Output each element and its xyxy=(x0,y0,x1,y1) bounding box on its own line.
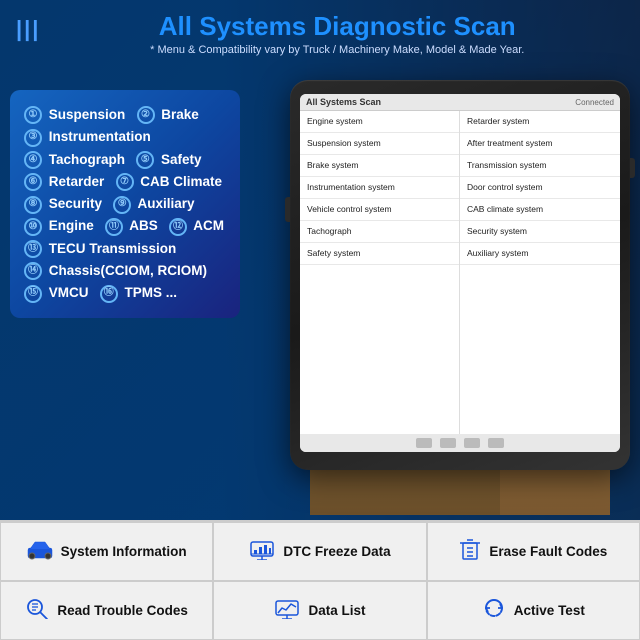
system-information-icon xyxy=(27,538,53,566)
screen-row-instrumentation[interactable]: Instrumentation system xyxy=(300,177,459,199)
screen-col-left: Engine system Suspension system Brake sy… xyxy=(300,111,460,434)
feature-num-11: ⑪ xyxy=(105,218,123,236)
header: ||| All Systems Diagnostic Scan * Menu &… xyxy=(0,0,640,64)
read-trouble-codes-icon xyxy=(25,597,49,625)
screen-row-retarder[interactable]: Retarder system xyxy=(460,111,620,133)
screen-nav-btn-1[interactable] xyxy=(416,438,432,448)
screen-footer xyxy=(300,434,620,452)
dtc-freeze-data-icon xyxy=(249,538,275,566)
feature-item-10: ⑩ Engine ⑪ ABS ⑫ ACM xyxy=(24,215,226,237)
screen-nav-btn-4[interactable] xyxy=(488,438,504,448)
active-test-icon xyxy=(482,596,506,626)
feature-num-1: ① xyxy=(24,106,42,124)
active-test-label: Active Test xyxy=(514,603,585,618)
feature-num-13: ⑬ xyxy=(24,240,42,258)
screen-row-engine[interactable]: Engine system xyxy=(300,111,459,133)
feature-num-7: ⑦ xyxy=(116,173,134,191)
feature-card: ① Suspension ② Brake ③ Instrumentation ④… xyxy=(10,90,240,318)
dtc-freeze-data-button[interactable]: DTC Freeze Data xyxy=(213,522,426,581)
tablet-outer-case: All Systems Scan Connected Engine system… xyxy=(290,80,630,470)
feature-item-14: ⑭ Chassis(CCIOM, RCIOM) xyxy=(24,260,226,282)
screen-row-vehicle-control[interactable]: Vehicle control system xyxy=(300,199,459,221)
screen-row-suspension[interactable]: Suspension system xyxy=(300,133,459,155)
feature-num-16: ⑯ xyxy=(100,285,118,303)
header-text: All Systems Diagnostic Scan * Menu & Com… xyxy=(50,12,624,56)
feature-num-8: ⑧ xyxy=(24,196,42,214)
feature-list: ① Suspension ② Brake ③ Instrumentation ④… xyxy=(24,104,226,304)
erase-fault-codes-icon xyxy=(459,537,481,567)
screen-body: Engine system Suspension system Brake sy… xyxy=(300,111,620,434)
screen-row-cab-climate[interactable]: CAB climate system xyxy=(460,199,620,221)
system-information-button[interactable]: System Information xyxy=(0,522,213,581)
screen-row-brake[interactable]: Brake system xyxy=(300,155,459,177)
screen-row-transmission[interactable]: Transmission system xyxy=(460,155,620,177)
feature-num-4: ④ xyxy=(24,151,42,169)
main-container: ||| All Systems Diagnostic Scan * Menu &… xyxy=(0,0,640,640)
screen-header: All Systems Scan Connected xyxy=(300,94,620,111)
erase-fault-codes-button[interactable]: Erase Fault Codes xyxy=(427,522,640,581)
feature-num-6: ⑥ xyxy=(24,173,42,191)
bottom-toolbar: System Information DTC Freeze Data xyxy=(0,520,640,640)
feature-item-4: ④ Tachograph ⑤ Safety xyxy=(24,149,226,171)
screen-col-right: Retarder system After treatment system T… xyxy=(460,111,620,434)
feature-item-15: ⑮ VMCU ⑯ TPMS ... xyxy=(24,282,226,304)
feature-num-9: ⑨ xyxy=(113,196,131,214)
screen-row-security[interactable]: Security system xyxy=(460,221,620,243)
feature-item-6: ⑥ Retarder ⑦ CAB Climate xyxy=(24,171,226,193)
feature-item-3: ③ Instrumentation xyxy=(24,126,226,148)
feature-num-15: ⑮ xyxy=(24,285,42,303)
dtc-freeze-data-label: DTC Freeze Data xyxy=(283,544,390,559)
screen-title: All Systems Scan xyxy=(306,97,381,107)
screen-row-tachograph[interactable]: Tachograph xyxy=(300,221,459,243)
system-information-label: System Information xyxy=(61,544,187,559)
data-list-icon xyxy=(274,597,300,625)
screen-row-aftertreatment[interactable]: After treatment system xyxy=(460,133,620,155)
read-trouble-codes-button[interactable]: Read Trouble Codes xyxy=(0,581,213,640)
feature-num-2: ② xyxy=(137,106,155,124)
screen-nav-btn-3[interactable] xyxy=(464,438,480,448)
tablet-device: All Systems Scan Connected Engine system… xyxy=(290,80,630,470)
screen-nav-btn-2[interactable] xyxy=(440,438,456,448)
main-title: All Systems Diagnostic Scan xyxy=(50,12,624,41)
active-test-button[interactable]: Active Test xyxy=(427,581,640,640)
screen-status: Connected xyxy=(575,98,614,107)
feature-num-14: ⑭ xyxy=(24,262,42,280)
feature-num-10: ⑩ xyxy=(24,218,42,236)
read-trouble-codes-label: Read Trouble Codes xyxy=(57,603,188,618)
feature-item-1: ① Suspension ② Brake xyxy=(24,104,226,126)
erase-fault-codes-label: Erase Fault Codes xyxy=(489,544,607,559)
data-list-label: Data List xyxy=(308,603,365,618)
feature-num-12: ⑫ xyxy=(169,218,187,236)
feature-item-13: ⑬ TECU Transmission xyxy=(24,238,226,260)
screen-row-auxiliary[interactable]: Auxiliary system xyxy=(460,243,620,265)
screen-row-safety[interactable]: Safety system xyxy=(300,243,459,265)
feature-num-3: ③ xyxy=(24,129,42,147)
menu-icon: ||| xyxy=(16,16,40,42)
feature-num-5: ⑤ xyxy=(136,151,154,169)
data-list-button[interactable]: Data List xyxy=(213,581,426,640)
tablet-screen: All Systems Scan Connected Engine system… xyxy=(300,94,620,452)
feature-item-8: ⑧ Security ⑨ Auxiliary xyxy=(24,193,226,215)
sub-title: * Menu & Compatibility vary by Truck / M… xyxy=(50,44,624,56)
screen-row-door[interactable]: Door control system xyxy=(460,177,620,199)
